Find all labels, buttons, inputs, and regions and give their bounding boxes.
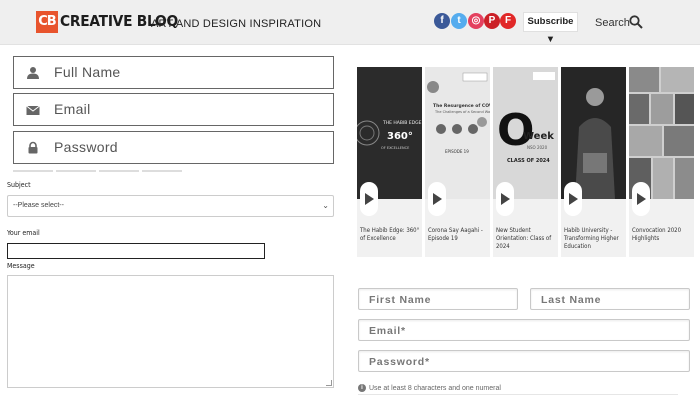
last-name-placeholder: Last Name — [541, 294, 602, 306]
subject-select-value: --Please select-- — [13, 202, 64, 209]
first-name-input[interactable]: First Name — [358, 288, 518, 310]
last-name-input[interactable]: Last Name — [530, 288, 690, 310]
svg-text:OF EXCELLENCE: OF EXCELLENCE — [381, 146, 409, 150]
register-password-input[interactable]: Password* — [358, 350, 690, 372]
play-button[interactable] — [564, 182, 582, 216]
video-thumbnail[interactable]: The Resurgence of COVID-19: The Challeng… — [425, 67, 490, 199]
play-button[interactable] — [360, 182, 378, 216]
password-field[interactable]: Password — [13, 131, 334, 164]
message-label: Message — [7, 262, 35, 270]
pinterest-icon[interactable]: P — [484, 13, 500, 29]
svg-text:360°: 360° — [387, 131, 413, 142]
video-card[interactable]: O Week NSO 2020 CLASS OF 2024 New Studen… — [493, 67, 558, 257]
svg-text:CLASS OF 2024: CLASS OF 2024 — [507, 158, 550, 164]
envelope-icon — [26, 105, 40, 115]
register-email-input[interactable]: Email* — [358, 319, 690, 341]
orientation-thumbnail-art: O Week NSO 2020 CLASS OF 2024 — [497, 72, 555, 164]
password-strength-segment — [13, 170, 53, 172]
user-icon — [27, 67, 39, 79]
play-button[interactable] — [428, 182, 446, 216]
password-strength-segment — [99, 170, 139, 172]
divider — [358, 394, 678, 395]
video-caption[interactable]: New Student Orientation: Class of 2024 — [496, 227, 556, 251]
tagline: ART AND DESIGN INSPIRATION — [151, 18, 322, 30]
password-hint: i Use at least 8 characters and one numer… — [358, 384, 501, 392]
site-header: CB CREATIVE BLOQ ART AND DESIGN INSPIRAT… — [0, 0, 700, 45]
video-card[interactable]: The Resurgence of COVID-19: The Challeng… — [425, 67, 490, 257]
play-button[interactable] — [632, 182, 650, 216]
play-icon — [501, 193, 510, 205]
svg-text:The Challenges of a Second Wav: The Challenges of a Second Wave — [434, 110, 490, 114]
covid-episode-thumbnail-art: The Resurgence of COVID-19: The Challeng… — [427, 72, 490, 154]
search-icon[interactable] — [629, 15, 643, 29]
video-caption[interactable]: Convocation 2020 Highlights — [632, 227, 692, 243]
svg-text:The Resurgence of COVID-19:: The Resurgence of COVID-19: — [433, 103, 490, 109]
video-thumbnail[interactable]: O Week NSO 2020 CLASS OF 2024 — [493, 67, 558, 199]
password-strength-segment — [56, 170, 96, 172]
play-icon — [637, 193, 646, 205]
password-hint-text: Use at least 8 characters and one numera… — [369, 384, 501, 392]
play-icon — [365, 193, 374, 205]
resize-handle-icon[interactable] — [326, 380, 332, 386]
video-card[interactable]: THE HABIB EDGE 360° OF EXCELLENCE The Ha… — [357, 67, 422, 257]
register-password-placeholder: Password* — [369, 356, 430, 368]
logo-mark[interactable]: CB — [36, 11, 58, 33]
play-button[interactable] — [496, 182, 514, 216]
message-textarea[interactable] — [7, 275, 334, 388]
email-placeholder: Email — [54, 101, 91, 117]
video-thumbnail[interactable] — [561, 67, 626, 199]
first-name-placeholder: First Name — [369, 294, 432, 306]
full-name-field[interactable]: Full Name — [13, 56, 334, 89]
info-icon: i — [358, 384, 366, 392]
password-strength-segment — [142, 170, 182, 172]
speaker-thumbnail-art — [561, 67, 626, 199]
video-thumbnail[interactable] — [629, 67, 694, 199]
flipboard-icon[interactable]: F — [500, 13, 516, 29]
play-icon — [569, 193, 578, 205]
facebook-icon[interactable]: f — [434, 13, 450, 29]
video-thumbnail[interactable]: THE HABIB EDGE 360° OF EXCELLENCE — [357, 67, 422, 199]
video-card[interactable]: Convocation 2020 Highlights — [629, 67, 694, 257]
password-placeholder: Password — [54, 139, 118, 155]
register-email-placeholder: Email* — [369, 325, 406, 337]
contact-email-input[interactable] — [7, 243, 265, 259]
habib-edge-thumbnail-art: THE HABIB EDGE 360° OF EXCELLENCE — [357, 120, 422, 150]
subscribe-button[interactable]: Subscribe ▼ — [523, 12, 578, 45]
svg-text:THE HABIB EDGE: THE HABIB EDGE — [382, 120, 422, 126]
email-field[interactable]: Email — [13, 93, 334, 126]
subject-select[interactable]: --Please select-- ⌄ — [7, 195, 334, 217]
video-card[interactable]: Habib University - Transforming Higher E… — [561, 67, 626, 257]
svg-text:EPISODE 19: EPISODE 19 — [445, 149, 469, 154]
full-name-placeholder: Full Name — [54, 64, 121, 80]
instagram-icon[interactable]: ◎ — [468, 13, 484, 29]
chevron-down-icon: ⌄ — [322, 201, 329, 210]
search-label[interactable]: Search — [595, 17, 630, 29]
video-caption[interactable]: Habib University - Transforming Higher E… — [564, 227, 624, 251]
video-caption[interactable]: Corona Say Aagahi - Episode 19 — [428, 227, 488, 243]
svg-text:Week: Week — [523, 131, 554, 142]
video-caption[interactable]: The Habib Edge: 360° of Excellence — [360, 227, 420, 243]
convocation-collage-thumbnail-art — [629, 67, 694, 199]
svg-text:NSO 2020: NSO 2020 — [527, 145, 548, 150]
play-icon — [433, 193, 442, 205]
twitter-icon[interactable]: t — [451, 13, 467, 29]
email-label: Your email — [7, 229, 40, 237]
lock-icon — [28, 141, 38, 154]
subject-label: Subject — [7, 181, 31, 189]
